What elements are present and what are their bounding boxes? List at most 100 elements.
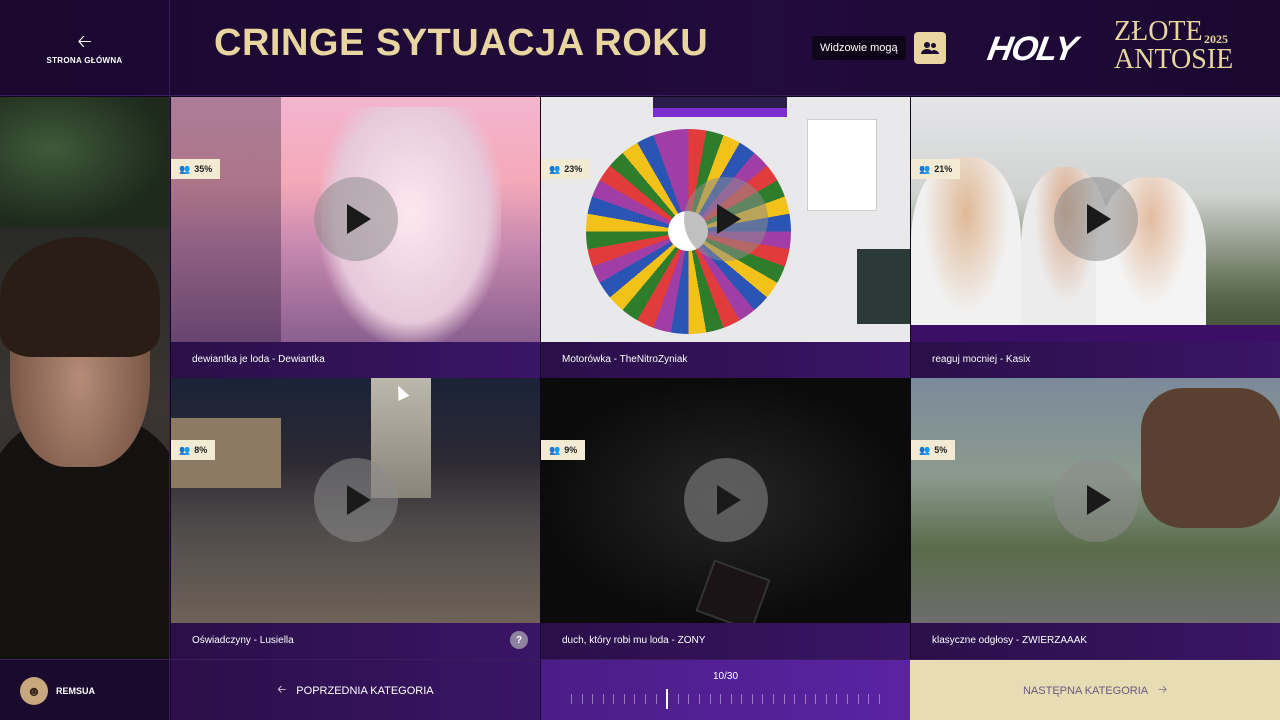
people-icon: 👥: [179, 163, 191, 174]
people-icon: 👥: [179, 444, 191, 455]
logo-brand: HOLY: [984, 30, 1080, 68]
nominee-tile[interactable]: 👥 35% dewiantka je loda - Dewiantka: [171, 97, 540, 378]
webcam-hair: [0, 237, 160, 357]
progress-tick[interactable]: [634, 694, 636, 704]
people-icon: 👥: [919, 163, 931, 174]
vote-percent-badge: 👥 9%: [541, 440, 586, 460]
vote-percent-badge: 👥 23%: [541, 159, 591, 179]
play-button[interactable]: [683, 458, 768, 542]
nominee-title: Motorówka - TheNitroZyniak: [541, 342, 910, 378]
vote-percent-badge: 👥 35%: [171, 159, 221, 179]
progress-tick[interactable]: [720, 694, 722, 704]
progress-tick[interactable]: [571, 694, 572, 704]
streamer-cam: [857, 249, 910, 324]
nominee-title: dewiantka je loda - Dewiantka: [171, 342, 540, 378]
progress-tick[interactable]: [847, 694, 849, 704]
nominee-tile[interactable]: 👥 23% Motorówka - TheNitroZyniak: [541, 97, 910, 378]
progress-tick[interactable]: [794, 694, 796, 704]
arrow-left-icon: 🡠: [277, 684, 287, 696]
vote-percent-badge: 👥 21%: [911, 159, 961, 179]
play-icon: [716, 485, 741, 515]
progress-tick[interactable]: [815, 694, 817, 704]
play-button[interactable]: [313, 458, 398, 542]
progress-tick[interactable]: [688, 694, 690, 704]
webcam-feed: [0, 97, 170, 659]
nominee-title: reaguj mocniej - Kasix: [911, 342, 1280, 378]
help-icon[interactable]: ?: [510, 631, 528, 649]
progress-tick[interactable]: [836, 694, 838, 704]
progress-tick[interactable]: [741, 694, 743, 704]
people-icon: 👥: [549, 163, 561, 174]
progress-tick[interactable]: [709, 694, 711, 704]
arrow-right-icon: 🡢: [1158, 684, 1168, 696]
progress-tick[interactable]: [804, 694, 806, 704]
progress-tick[interactable]: [868, 694, 870, 704]
play-button[interactable]: [1053, 177, 1138, 261]
progress-tick[interactable]: [783, 694, 785, 704]
progress-tick[interactable]: [698, 694, 700, 704]
progress-tick-active[interactable]: [666, 689, 669, 709]
category-title: CRINGE SYTUACJA ROKU: [214, 22, 709, 64]
play-button[interactable]: [683, 177, 768, 261]
logo-line1: ZŁOTE: [1114, 16, 1203, 47]
home-label: STRONA GŁÓWNA: [46, 55, 123, 65]
progress-count: 10/30: [712, 671, 739, 682]
progress-tick[interactable]: [762, 694, 764, 704]
user-badge[interactable]: ☻ REMSUA: [0, 660, 170, 720]
play-icon: [1086, 485, 1111, 515]
progress-tick[interactable]: [655, 694, 657, 704]
tree: [1141, 388, 1280, 528]
people-icon: 👥: [919, 444, 931, 455]
progress-tick[interactable]: [602, 694, 604, 704]
people-icon[interactable]: [913, 32, 946, 64]
progress-tick[interactable]: [581, 694, 583, 704]
progress-tick[interactable]: [751, 694, 753, 704]
prev-category-label: POPRZEDNIA KATEGORIA: [296, 684, 434, 697]
viewers-control: Widzowie mogą: [812, 32, 946, 64]
people-icon: 👥: [549, 444, 561, 455]
progress-tick[interactable]: [677, 694, 679, 704]
side-panel: [807, 119, 877, 211]
stream-bottom-bar: [911, 325, 1280, 342]
prev-category-button[interactable]: 🡠 POPRZEDNIA KATEGORIA: [171, 660, 540, 720]
progress-tick[interactable]: [857, 694, 859, 704]
home-button[interactable]: 🡠 STRONA GŁÓWNA: [0, 0, 170, 96]
nominee-title: duch, który robi mu loda - ZONY: [541, 623, 910, 659]
next-category-label: NASTĘPNA KATEGORIA: [1022, 684, 1149, 697]
app-root: 🡠 STRONA GŁÓWNA CRINGE SYTUACJA ROKU Wid…: [0, 0, 1280, 720]
play-icon: [346, 485, 371, 515]
progress-tick[interactable]: [825, 694, 827, 704]
nominee-grid: 👥 35% dewiantka je loda - Dewiantka 👥 23% …: [171, 97, 1280, 659]
play-icon: [346, 204, 371, 234]
nominee-tile[interactable]: 👥 5% klasyczne odgłosy - ZWIERZAAAK: [911, 378, 1280, 659]
progress-ticks[interactable]: [571, 689, 880, 709]
progress-tick[interactable]: [623, 694, 625, 704]
chat-overlay: [171, 97, 281, 342]
wheel-progress-bar: [653, 108, 787, 117]
play-button[interactable]: [1053, 458, 1138, 542]
progress-tick[interactable]: [878, 694, 880, 704]
progress-tick[interactable]: [772, 694, 774, 704]
header: 🡠 STRONA GŁÓWNA CRINGE SYTUACJA ROKU Wid…: [0, 0, 1280, 96]
progress-tick[interactable]: [592, 694, 594, 704]
username: REMSUA: [56, 685, 96, 696]
progress-tick[interactable]: [730, 694, 732, 704]
person: [911, 157, 1021, 342]
category-progress: 10/30: [541, 660, 910, 720]
logo-line2: ANTOSIE: [1114, 44, 1234, 75]
vote-percent-badge: 👥 5%: [911, 440, 956, 460]
footer-nav: ☻ REMSUA 🡠 POPRZEDNIA KATEGORIA 10/30 NA…: [0, 659, 1280, 720]
logo-year: 2025: [1204, 32, 1228, 46]
nominee-tile[interactable]: 👥 9% duch, który robi mu loda - ZONY: [541, 378, 910, 659]
nominee-tile[interactable]: 👥 8% Oświadczyny - Lusiella ?: [171, 378, 540, 659]
progress-tick[interactable]: [645, 694, 647, 704]
progress-tick[interactable]: [613, 694, 615, 704]
play-button[interactable]: [313, 177, 398, 261]
play-icon: [1086, 204, 1111, 234]
nominee-tile[interactable]: 👥 21% reaguj mocniej - Kasix: [911, 97, 1280, 378]
nominee-title: Oświadczyny - Lusiella: [171, 623, 540, 659]
webcam-background: [0, 97, 169, 227]
next-category-button[interactable]: NASTĘPNA KATEGORIA 🡢: [910, 660, 1280, 720]
avatar: ☻: [20, 676, 48, 705]
phone: [695, 559, 771, 632]
